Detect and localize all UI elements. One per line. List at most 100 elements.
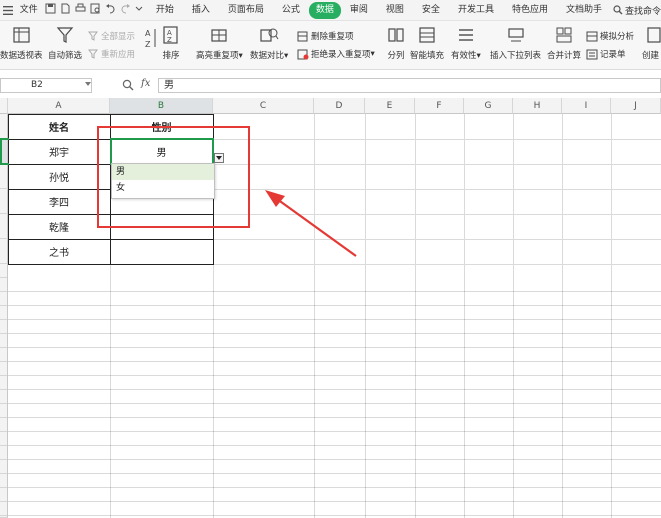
sort-icon: AZ [163,26,178,44]
show-all-button[interactable]: 全部显示 [88,30,135,42]
row-header[interactable] [0,164,8,189]
split-column-label: 分列 [387,51,405,61]
cell-name[interactable]: 李四 [8,189,110,214]
menu-bar: 文件 开始 插入 页面布局 公式 数据 审阅 视图 安全 开发工具 特色应用 文… [0,0,661,21]
column-header-d[interactable]: D [314,98,365,114]
data-validity-icon [458,29,473,41]
split-column-button[interactable]: 分列 [386,25,406,61]
flash-fill-button[interactable]: 智能填充 [410,25,444,61]
data-validity-button[interactable]: 有效性▾ [451,25,481,61]
cell-gender[interactable] [110,214,213,239]
redo-icon[interactable] [120,3,131,17]
insert-dropdown-list-icon [507,28,524,42]
header-gender[interactable]: 性别 [110,114,213,139]
data-compare-icon [260,28,279,42]
sort-az-button[interactable]: AZ [144,27,158,49]
menu-hamburger-icon[interactable] [0,2,16,19]
tab-insert[interactable]: 插入 [183,2,219,19]
zoom-icon[interactable] [122,79,134,91]
consolidate-label: 合并计算 [547,51,582,61]
remove-duplicates-icon [297,31,308,41]
create-group-button[interactable]: 创建 [642,25,661,61]
column-header-h[interactable]: H [513,98,562,114]
filter-clear-icon [88,31,98,41]
name-box[interactable]: B2 [0,78,92,93]
tab-formulas[interactable]: 公式 [273,2,309,19]
menu-file[interactable]: 文件 [16,2,42,19]
print-preview-icon[interactable] [90,3,101,17]
tab-developer[interactable]: 开发工具 [449,2,503,19]
tab-home[interactable]: 开始 [147,2,183,19]
column-header-i[interactable]: I [562,98,611,114]
name-box-dropdown-icon[interactable] [85,82,91,86]
insert-dropdown-list-label: 插入下拉列表 [490,51,542,61]
command-search-label: 查找命令 [624,6,661,17]
template-icon[interactable] [60,3,71,17]
cell-dropdown-button[interactable] [214,153,224,163]
what-if-icon [586,31,598,41]
pivot-table-label: 数据透视表 [0,51,43,61]
create-group-label: 创建 [642,51,660,61]
row-header[interactable] [0,264,8,518]
sort-button[interactable]: AZ 排序 [161,25,181,61]
dropdown-option-female[interactable]: 女 [112,180,214,196]
formula-bar: B2 fx 男 [0,76,661,96]
formula-input[interactable]: 男 [158,78,661,93]
column-header-b[interactable]: B [110,98,213,114]
filter-icon [56,27,74,43]
svg-text:Z: Z [145,40,151,49]
sort-az-icon: AZ [145,29,156,49]
reapply-button[interactable]: 重新应用 [88,48,135,60]
column-header-g[interactable]: G [464,98,513,114]
tab-view[interactable]: 视图 [377,2,413,19]
insert-function-button[interactable]: fx [141,78,150,89]
sort-label: 排序 [162,51,180,61]
insert-dropdown-list-button[interactable]: 插入下拉列表 [490,25,541,61]
header-name[interactable]: 姓名 [8,114,110,139]
column-header-c[interactable]: C [213,98,314,114]
cell-name[interactable]: 孙悦 [8,164,110,189]
tab-doc-assistant[interactable]: 文档助手 [557,2,611,19]
what-if-analysis-button[interactable]: 模拟分析 [586,30,634,42]
column-header-j[interactable]: J [611,98,661,114]
tab-special-apps[interactable]: 特色应用 [503,2,557,19]
remove-duplicates-button[interactable]: 删除重复项 [297,30,354,42]
select-all-corner[interactable] [0,98,8,114]
undo-icon[interactable] [105,3,116,17]
tab-data[interactable]: 数据 [308,1,341,19]
dropdown-option-male[interactable]: 男 [112,164,214,180]
cell-gender[interactable]: 男 [110,139,213,164]
ribbon-toolbar: 数据透视表 自动筛选 全部显示 重新应用 AZ AZ 排序 高亮重复项▾ 数据对… [0,21,661,70]
print-icon[interactable] [75,3,86,17]
highlight-duplicates-button[interactable]: 高亮重复项▾ [196,25,243,61]
command-search[interactable]: 查找命令 [611,4,661,17]
pivot-table-icon [13,27,30,43]
cell-gender[interactable] [110,239,213,264]
row-header[interactable] [0,189,8,214]
cell-name[interactable]: 郑宇 [8,139,110,164]
column-header-f[interactable]: F [415,98,464,114]
data-compare-button[interactable]: 数据对比▾ [250,25,288,61]
row-header[interactable] [0,139,8,164]
pivot-table-button[interactable]: 数据透视表 [0,25,43,61]
row-header[interactable] [0,214,8,239]
autofilter-button[interactable]: 自动筛选 [48,25,82,61]
column-header-e[interactable]: E [365,98,415,114]
highlight-duplicates-label: 高亮重复项▾ [196,51,243,61]
customize-toolbar-icon[interactable] [135,3,144,17]
tab-security[interactable]: 安全 [413,2,449,19]
record-form-button[interactable]: 记录单 [586,48,626,60]
save-icon[interactable] [45,3,56,17]
quick-access-toolbar [42,3,147,17]
row-header[interactable] [0,239,8,264]
cell-name[interactable]: 乾隆 [8,214,110,239]
consolidate-button[interactable]: 合并计算 [547,25,581,61]
column-header-a[interactable]: A [8,98,110,114]
reject-duplicates-button[interactable]: 拒绝录入重复项 ▾ [297,48,375,60]
reject-duplicates-icon [297,49,309,59]
cell-name[interactable]: 之书 [8,239,110,264]
consolidate-icon [556,27,572,43]
row-header[interactable] [0,114,8,139]
tab-page-layout[interactable]: 页面布局 [219,2,273,19]
tab-review[interactable]: 审阅 [341,2,377,19]
